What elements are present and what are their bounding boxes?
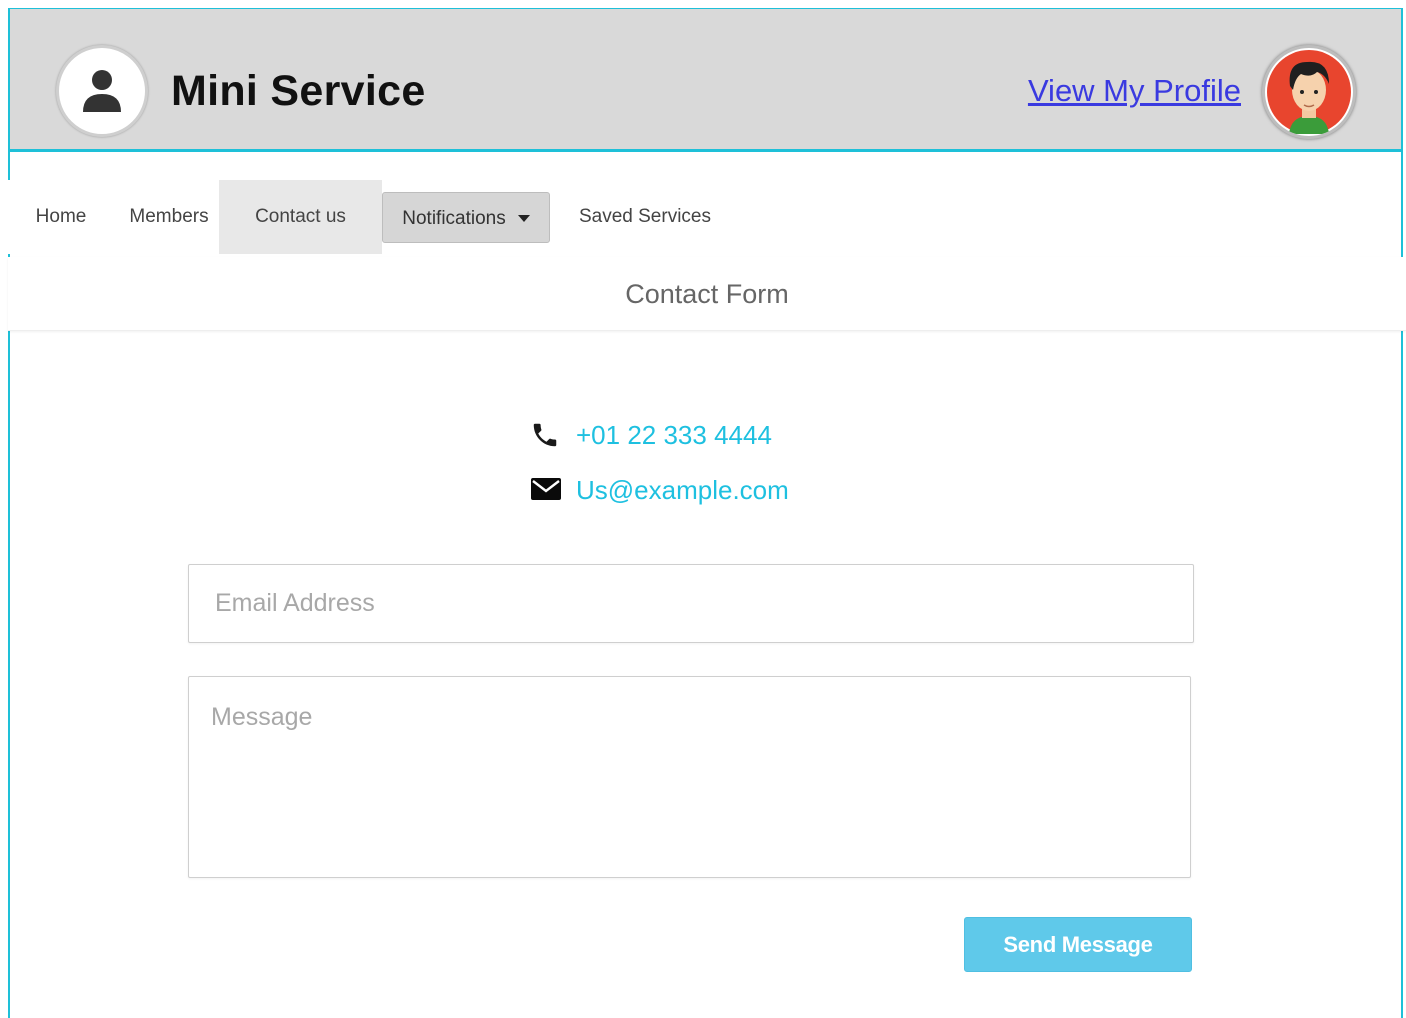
form-title: Contact Form xyxy=(625,279,789,309)
email-input[interactable] xyxy=(188,564,1194,643)
caret-down-icon xyxy=(517,215,530,223)
nav-home[interactable]: Home xyxy=(22,180,100,254)
avatar-face-icon xyxy=(1267,50,1351,134)
avatar[interactable] xyxy=(1262,45,1356,139)
message-input[interactable] xyxy=(188,676,1191,878)
nav-members[interactable]: Members xyxy=(120,180,218,254)
form-title-bar: Contact Form xyxy=(8,257,1406,331)
email-address: Us@example.com xyxy=(576,475,789,505)
nav-notifications-label: Notifications xyxy=(402,208,506,229)
logo xyxy=(56,45,148,137)
nav-saved-services[interactable]: Saved Services xyxy=(570,180,720,254)
nav-contact-us[interactable]: Contact us xyxy=(219,180,382,254)
user-silhouette-icon xyxy=(83,70,121,112)
envelope-icon xyxy=(531,478,561,500)
phone-number: +01 22 333 4444 xyxy=(576,420,772,450)
nav-notifications-dropdown[interactable]: Notifications xyxy=(382,192,550,243)
main-nav: Home Members Contact us Notifications Sa… xyxy=(8,180,1008,254)
send-message-button[interactable]: Send Message xyxy=(964,917,1192,972)
view-profile-link[interactable]: View My Profile xyxy=(1028,73,1241,109)
phone-icon xyxy=(533,423,557,447)
header-bar: Mini Service View My Profile xyxy=(10,9,1401,152)
brand-title: Mini Service xyxy=(171,67,426,115)
